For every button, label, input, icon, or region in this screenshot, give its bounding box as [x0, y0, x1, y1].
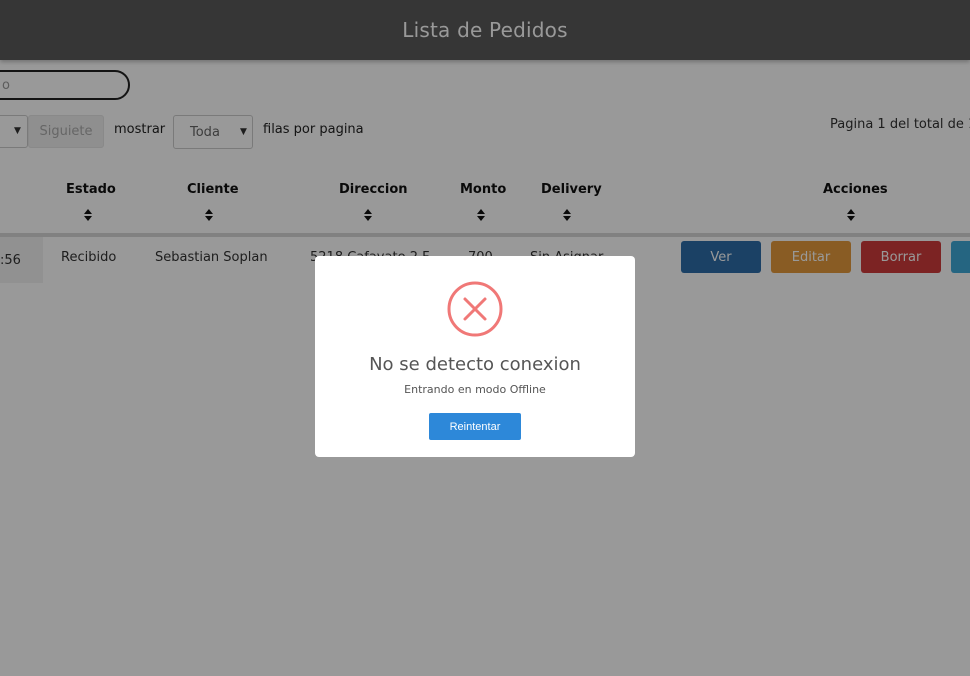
dialog-message: Entrando en modo Offline [404, 383, 546, 396]
error-x-icon [447, 281, 503, 337]
connection-error-dialog: No se detecto conexion Entrando en modo … [315, 256, 635, 457]
dialog-title: No se detecto conexion [369, 354, 581, 375]
retry-button[interactable]: Reintentar [429, 413, 521, 440]
